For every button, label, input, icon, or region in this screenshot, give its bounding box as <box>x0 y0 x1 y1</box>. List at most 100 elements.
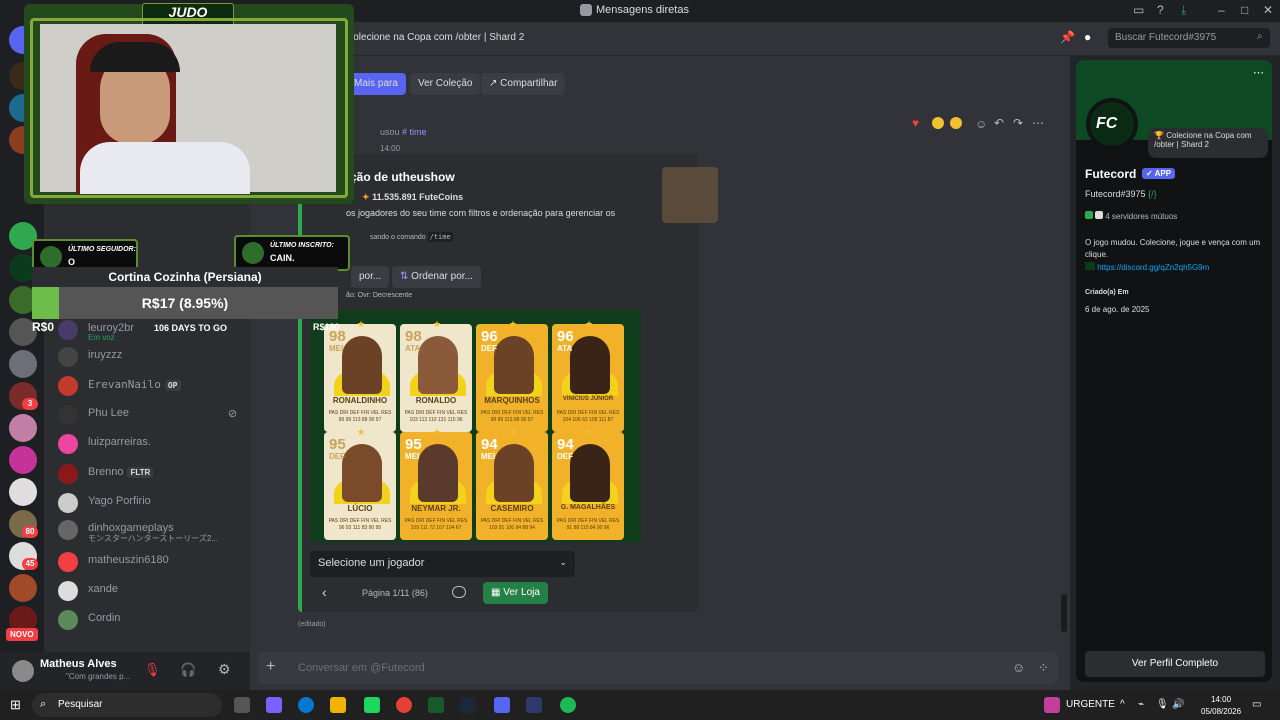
network-icon[interactable]: ⌁ <box>1138 699 1144 710</box>
user-name: Matheus Alves <box>40 658 117 670</box>
embed-thumbnail <box>662 167 718 223</box>
reply-icon[interactable]: ↶ <box>994 116 1004 130</box>
mic-icon[interactable]: 🎙 <box>1156 699 1169 710</box>
download-icon[interactable]: ⤓ <box>1181 3 1186 18</box>
message-time: 14:00 <box>380 144 401 153</box>
usage-command: /time <box>427 232 453 242</box>
user-profile-icon[interactable]: ● <box>1084 30 1091 44</box>
message-composer[interactable]: + Conversar em @Futecord ☺ ⁘ <box>258 652 1058 684</box>
search-input[interactable]: Buscar Futecord#3975 <box>1108 28 1270 48</box>
steam-icon[interactable] <box>460 697 476 713</box>
user-icon <box>40 246 62 268</box>
order-button[interactable]: ⇅ Ordenar por... <box>392 266 481 288</box>
volume-icon[interactable]: 🔊 <box>1172 699 1184 710</box>
bot-avatar[interactable]: FC <box>1086 98 1138 150</box>
list-item[interactable]: Phu Lee ⊘ <box>58 403 248 427</box>
player-card[interactable]: ★ 96 DEF MARQUINHOS PAS DRI DEF FIN VEL RES 9… <box>476 319 548 432</box>
settings-gear-icon[interactable]: ⚙ <box>218 661 231 678</box>
scrollbar[interactable] <box>1061 594 1067 632</box>
player-card[interactable]: ★ 95 MEI NEYMAR JR. PAS DRI DEF FIN VEL RES 1… <box>400 427 472 540</box>
player-card[interactable]: ★ 98 MEI RONALDINHO PAS DRI DEF FIN VEL RES 9… <box>324 319 396 432</box>
close-button[interactable]: ✕ <box>1263 3 1273 17</box>
widget-icon[interactable] <box>1044 697 1060 713</box>
spotify-icon[interactable] <box>560 697 576 713</box>
help-icon[interactable]: ? <box>1157 3 1164 17</box>
edge-icon[interactable] <box>298 697 314 713</box>
file-explorer-icon[interactable] <box>330 697 346 713</box>
reaction-emoji-icon[interactable] <box>932 117 944 129</box>
more-options-icon[interactable]: ⋯ <box>1253 66 1264 79</box>
clock-date[interactable]: 05/08/2026 <box>1201 707 1241 716</box>
news-alert[interactable]: URGENTE <box>1066 699 1115 710</box>
server-icon[interactable] <box>9 414 37 442</box>
clock-time[interactable]: 14:00 <box>1211 695 1231 704</box>
taskbar-search[interactable]: ⌕ Pesquisar <box>32 693 222 717</box>
task-view-icon[interactable] <box>234 697 250 713</box>
chrome-icon[interactable] <box>396 697 412 713</box>
player-card[interactable]: ★ 98 ATA RONALDO PAS DRI DEF FIN VEL RES 103 … <box>400 319 472 432</box>
emoji-icon[interactable]: ☺ <box>1012 660 1025 675</box>
server-icon[interactable] <box>9 446 37 474</box>
view-collection-button[interactable]: Ver Coleção <box>410 73 481 95</box>
maximize-button[interactable]: □ <box>1241 3 1248 17</box>
tray-chevron-icon[interactable]: ^ <box>1120 699 1125 710</box>
page-indicator: Página 1/11 (86) <box>362 588 428 598</box>
card-stat-values: 104 106 63 105 111 87 <box>562 417 614 423</box>
add-attachment-icon[interactable]: + <box>266 658 275 676</box>
reaction-heart-icon[interactable]: ♥ <box>912 116 919 130</box>
avatar[interactable] <box>12 660 34 682</box>
avatar <box>58 610 78 630</box>
next-page-icon[interactable] <box>452 586 466 598</box>
share-button[interactable]: ↗ Compartilhar <box>481 73 566 95</box>
app-icon[interactable] <box>428 697 444 713</box>
invite-link[interactable]: https://discord.gg/qZn2qh5G9m <box>1085 262 1209 272</box>
more-button[interactable]: Mais para <box>346 73 406 95</box>
list-item[interactable]: ErevanNailo OP <box>58 374 248 398</box>
coins-text: 11.535.891 FuteCoins <box>372 192 464 202</box>
mutual-servers[interactable]: 4 servidores mútuos <box>1085 211 1177 221</box>
star-icon: ★ <box>585 319 594 329</box>
server-icon[interactable] <box>9 574 37 602</box>
view-full-profile-button[interactable]: Ver Perfil Completo <box>1085 651 1265 677</box>
list-item[interactable]: luizparreiras. <box>58 432 248 456</box>
list-item[interactable]: Brenno FLTR <box>58 462 248 486</box>
card-player-name: RONALDO <box>415 396 457 405</box>
server-icon[interactable] <box>9 350 37 378</box>
member-name: luizparreiras. <box>88 436 151 448</box>
minimize-button[interactable]: – <box>1218 3 1225 17</box>
filter-button[interactable]: por... <box>351 266 390 288</box>
list-item[interactable]: iruyzzz <box>58 345 248 369</box>
app-icon[interactable] <box>364 697 380 713</box>
apps-icon[interactable]: ⁘ <box>1038 660 1049 676</box>
notification-icon[interactable]: ▭ <box>1252 699 1261 710</box>
player-card[interactable]: ★ 96 ATA VINICIUS JÚNIOR PAS DRI DEF FIN VEL… <box>552 319 624 432</box>
list-item[interactable]: xande <box>58 579 248 603</box>
deafen-icon[interactable]: 🎧 <box>180 662 196 678</box>
list-item[interactable]: Yago Porfirio <box>58 491 248 515</box>
add-reaction-icon[interactable]: ☺ <box>975 117 987 131</box>
more-options-icon[interactable]: ⋯ <box>1032 116 1044 130</box>
player-card[interactable]: ★ 95 DEF LÚCIO PAS DRI DEF FIN VEL RES 96 93 … <box>324 427 396 540</box>
pin-icon[interactable]: 📌 <box>1060 30 1075 44</box>
app-icon[interactable] <box>526 697 542 713</box>
discord-taskbar-icon[interactable] <box>494 697 510 713</box>
list-item[interactable]: dinhoxgameplays モンスターハンターストーリーズ2... <box>58 518 248 543</box>
card-position: MEI <box>329 344 344 353</box>
reaction-emoji-icon[interactable] <box>950 117 962 129</box>
windows-start-icon[interactable]: ⊞ <box>10 697 21 713</box>
forward-icon[interactable]: ↷ <box>1013 116 1023 130</box>
view-shop-button[interactable]: ▦ Ver Loja <box>483 582 548 604</box>
copilot-icon[interactable] <box>266 697 282 713</box>
mute-icon[interactable]: 🎙 <box>144 662 161 678</box>
inbox-icon[interactable]: ▭ <box>1133 3 1144 17</box>
reply-command[interactable]: # time <box>402 127 427 137</box>
list-item[interactable]: Cordin <box>58 608 248 632</box>
server-icon <box>1095 211 1103 219</box>
member-name: Cordin <box>88 612 121 624</box>
server-icon[interactable] <box>9 478 37 506</box>
previous-page-button[interactable]: ‹ <box>314 582 335 604</box>
player-select[interactable]: Selecione um jogador ⌄ <box>310 551 575 577</box>
player-card[interactable]: ★ 94 DEF G. MAGALHÃES PAS DRI DEF FIN VEL RE… <box>552 427 624 540</box>
player-card[interactable]: ★ 94 MEI CASEMIRO PAS DRI DEF FIN VEL RES 103… <box>476 427 548 540</box>
list-item[interactable]: matheuszin6180 <box>58 550 248 574</box>
